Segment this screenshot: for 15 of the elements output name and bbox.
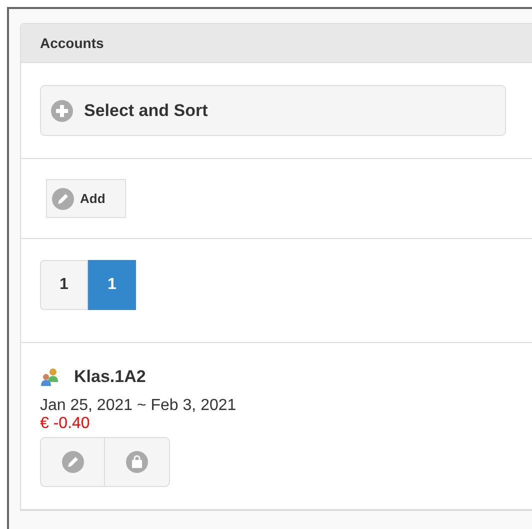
account-name: Klas.1A2: [74, 367, 146, 387]
people-icon: [40, 368, 60, 386]
edit-button[interactable]: [40, 437, 105, 487]
page-button[interactable]: 1: [40, 260, 88, 310]
panel-title: Accounts: [40, 35, 104, 51]
page-button[interactable]: 1: [88, 260, 136, 310]
add-button[interactable]: Add: [46, 179, 126, 218]
pencil-icon: [52, 188, 74, 210]
shopping-bag-icon: [126, 451, 148, 473]
plus-icon: [51, 100, 73, 122]
account-balance: € -0.40: [40, 415, 91, 433]
shop-button[interactable]: [105, 437, 170, 487]
pencil-icon: [62, 451, 84, 473]
select-and-sort-toggle[interactable]: Select and Sort: [40, 85, 506, 136]
account-period: Jan 25, 2021 ~ Feb 3, 2021: [40, 397, 238, 415]
